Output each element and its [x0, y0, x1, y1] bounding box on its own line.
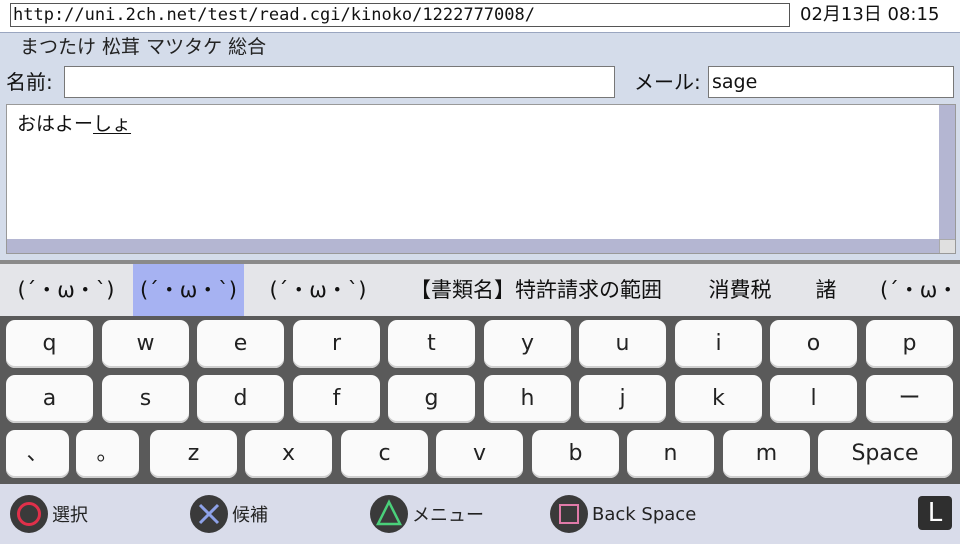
guide-candidates[interactable]: 候補 [190, 494, 268, 534]
key-p[interactable]: p [866, 320, 953, 368]
key-q[interactable]: q [6, 320, 93, 368]
key-comma[interactable]: 、 [6, 430, 69, 478]
key-r[interactable]: r [293, 320, 380, 368]
guide-select-label: 選択 [52, 505, 88, 526]
guide-menu[interactable]: メニュー [370, 494, 484, 534]
message-confirmed: おはよー [17, 113, 94, 135]
guide-candidates-label: 候補 [232, 505, 268, 526]
key-long-vowel[interactable]: ー [866, 375, 953, 423]
key-x[interactable]: x [245, 430, 332, 478]
key-t[interactable]: t [388, 320, 475, 368]
guide-select[interactable]: 選択 [10, 494, 88, 534]
horizontal-scrollbar[interactable] [7, 239, 939, 253]
circle-button-icon [10, 495, 48, 533]
key-j[interactable]: j [579, 375, 666, 423]
key-m[interactable]: m [723, 430, 810, 478]
square-button-icon [550, 495, 588, 533]
post-form: 名前: メール: sage おはよーしょ [0, 60, 960, 260]
triangle-button-icon [370, 495, 408, 533]
vertical-scrollbar[interactable] [939, 105, 955, 239]
mail-input[interactable]: sage [708, 66, 954, 98]
thread-title: まつたけ 松茸 マツタケ 総合 [20, 36, 267, 58]
candidate-item[interactable]: 諸 [806, 264, 846, 316]
key-s[interactable]: s [102, 375, 189, 423]
scrollbar-corner [939, 239, 955, 253]
key-y[interactable]: y [484, 320, 571, 368]
key-z[interactable]: z [150, 430, 237, 478]
key-b[interactable]: b [532, 430, 619, 478]
key-f[interactable]: f [293, 375, 380, 423]
url-field[interactable]: http://uni.2ch.net/test/read.cgi/kinoko/… [10, 3, 790, 27]
key-i[interactable]: i [675, 320, 762, 368]
candidate-item[interactable]: 消費税 [698, 264, 782, 316]
key-u[interactable]: u [579, 320, 666, 368]
l-button-icon[interactable]: L [918, 496, 952, 530]
message-textarea[interactable]: おはよーしょ [6, 104, 956, 254]
key-w[interactable]: w [102, 320, 189, 368]
software-keyboard: q w e r t y u i o p a s d f g h j k l ー … [0, 316, 960, 484]
key-l[interactable]: l [770, 375, 857, 423]
message-text: おはよーしょ [17, 111, 131, 137]
cross-button-icon [190, 495, 228, 533]
guide-backspace-label: Back Space [592, 503, 697, 525]
guide-backspace[interactable]: Back Space [550, 494, 696, 534]
candidate-item[interactable]: 【書類名】特許請求の範囲 [386, 264, 686, 316]
key-k[interactable]: k [675, 375, 762, 423]
key-d[interactable]: d [197, 375, 284, 423]
candidate-item-selected[interactable]: (´・ω・`) [133, 264, 244, 316]
thread-title-bar: まつたけ 松茸 マツタケ 総合 [0, 32, 960, 60]
key-c[interactable]: c [341, 430, 428, 478]
address-bar: http://uni.2ch.net/test/read.cgi/kinoko/… [0, 0, 960, 32]
name-input[interactable] [64, 66, 615, 98]
name-label: 名前: [6, 70, 53, 94]
candidate-item[interactable]: (´・ω・`) [10, 264, 122, 316]
candidate-item[interactable]: (´・ω・ [870, 264, 960, 316]
key-v[interactable]: v [436, 430, 523, 478]
mail-label: メール: [634, 70, 701, 94]
key-a[interactable]: a [6, 375, 93, 423]
button-guide: 選択 候補 メニュー Back Space L [0, 484, 960, 544]
candidate-item[interactable]: (´・ω・`) [262, 264, 374, 316]
key-o[interactable]: o [770, 320, 857, 368]
key-n[interactable]: n [627, 430, 714, 478]
key-space[interactable]: Space [818, 430, 952, 478]
key-g[interactable]: g [388, 375, 475, 423]
key-e[interactable]: e [197, 320, 284, 368]
guide-menu-label: メニュー [412, 505, 484, 526]
key-h[interactable]: h [484, 375, 571, 423]
clock: 02月13日 08:15 [800, 4, 940, 25]
message-composing: しょ [93, 113, 132, 135]
conversion-candidates: (´・ω・`) (´・ω・`) (´・ω・`) 【書類名】特許請求の範囲 消費税… [0, 260, 960, 316]
key-period[interactable]: 。 [76, 430, 139, 478]
